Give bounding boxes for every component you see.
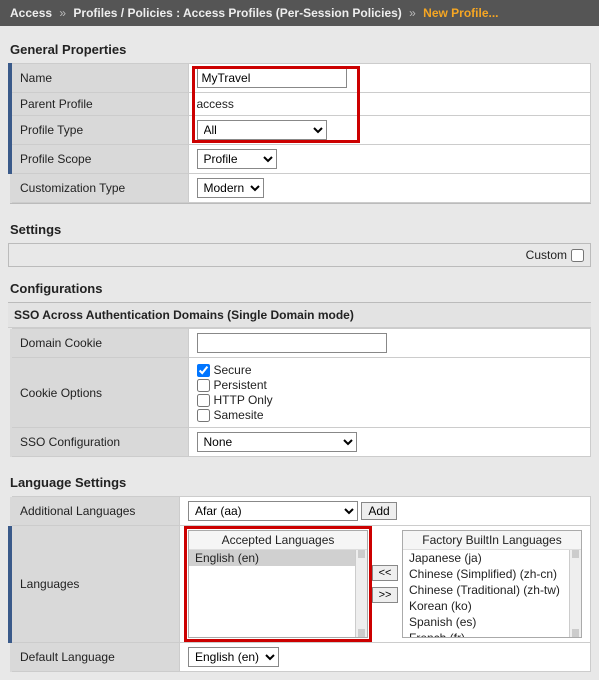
sso-configuration-select[interactable]: None xyxy=(197,432,357,452)
accepted-languages-header: Accepted Languages xyxy=(189,531,367,550)
add-language-button[interactable]: Add xyxy=(361,502,396,520)
persistent-checkbox[interactable] xyxy=(197,379,210,392)
breadcrumb-current: New Profile... xyxy=(423,6,498,20)
cookie-options-label: Cookie Options xyxy=(10,358,188,428)
breadcrumb: Access » Profiles / Policies : Access Pr… xyxy=(0,0,599,26)
accepted-languages-listbox[interactable]: Accepted Languages English (en) xyxy=(188,530,368,638)
profile-scope-select[interactable]: Profile xyxy=(197,149,277,169)
factory-language-item[interactable]: Japanese (ja) xyxy=(403,550,581,566)
persistent-label: Persistent xyxy=(214,378,267,392)
parent-profile-label: Parent Profile xyxy=(10,93,188,116)
general-properties-table: Name Parent Profile access Profile Type … xyxy=(8,63,591,204)
domain-cookie-input[interactable] xyxy=(197,333,387,353)
settings-custom-row: Custom xyxy=(8,243,591,267)
sso-configuration-label: SSO Configuration xyxy=(10,428,188,457)
samesite-checkbox[interactable] xyxy=(197,409,210,422)
factory-language-item[interactable]: Spanish (es) xyxy=(403,614,581,630)
parent-profile-value: access xyxy=(188,93,591,116)
factory-language-item[interactable]: Chinese (Traditional) (zh-tw) xyxy=(403,582,581,598)
customization-type-label: Customization Type xyxy=(10,174,188,203)
profile-scope-label: Profile Scope xyxy=(10,145,188,174)
breadcrumb-path[interactable]: Profiles / Policies : Access Profiles (P… xyxy=(73,6,401,20)
secure-checkbox[interactable] xyxy=(197,364,210,377)
samesite-label: Samesite xyxy=(214,408,264,422)
name-input[interactable] xyxy=(197,68,347,88)
accepted-language-item[interactable]: English (en) xyxy=(189,550,367,566)
sso-header: SSO Across Authentication Domains (Singl… xyxy=(8,302,591,328)
settings-header: Settings xyxy=(8,214,591,243)
customization-type-select[interactable]: Modern xyxy=(197,178,264,198)
additional-languages-select[interactable]: Afar (aa) xyxy=(188,501,358,521)
name-label: Name xyxy=(10,64,188,93)
languages-label: Languages xyxy=(10,526,180,643)
httponly-label: HTTP Only xyxy=(214,393,273,407)
configurations-header: Configurations xyxy=(8,273,591,302)
move-right-button[interactable]: >> xyxy=(372,587,398,603)
factory-language-item[interactable]: French (fr) xyxy=(403,630,581,637)
scrollbar[interactable] xyxy=(569,550,581,637)
language-settings-table: Additional Languages Afar (aa) Add Langu… xyxy=(8,496,591,672)
sso-table: Domain Cookie Cookie Options Secure Pers… xyxy=(8,328,591,457)
language-settings-header: Language Settings xyxy=(8,467,591,496)
profile-type-label: Profile Type xyxy=(10,116,188,145)
domain-cookie-label: Domain Cookie xyxy=(10,329,188,358)
move-left-button[interactable]: << xyxy=(372,565,398,581)
scrollbar[interactable] xyxy=(355,550,367,637)
factory-languages-listbox[interactable]: Factory BuiltIn Languages Japanese (ja) … xyxy=(402,530,582,638)
factory-languages-header: Factory BuiltIn Languages xyxy=(403,531,581,550)
additional-languages-label: Additional Languages xyxy=(10,497,180,526)
custom-checkbox[interactable] xyxy=(571,249,584,262)
factory-language-item[interactable]: Korean (ko) xyxy=(403,598,581,614)
profile-type-select[interactable]: All xyxy=(197,120,327,140)
default-language-select[interactable]: English (en) xyxy=(188,647,279,667)
breadcrumb-sep: » xyxy=(59,6,66,20)
breadcrumb-root[interactable]: Access xyxy=(10,6,52,20)
secure-label: Secure xyxy=(214,363,252,377)
custom-label: Custom xyxy=(526,248,567,262)
general-properties-header: General Properties xyxy=(8,34,591,63)
factory-language-item[interactable]: Chinese (Simplified) (zh-cn) xyxy=(403,566,581,582)
httponly-checkbox[interactable] xyxy=(197,394,210,407)
default-language-label: Default Language xyxy=(10,643,180,672)
breadcrumb-sep: » xyxy=(409,6,416,20)
